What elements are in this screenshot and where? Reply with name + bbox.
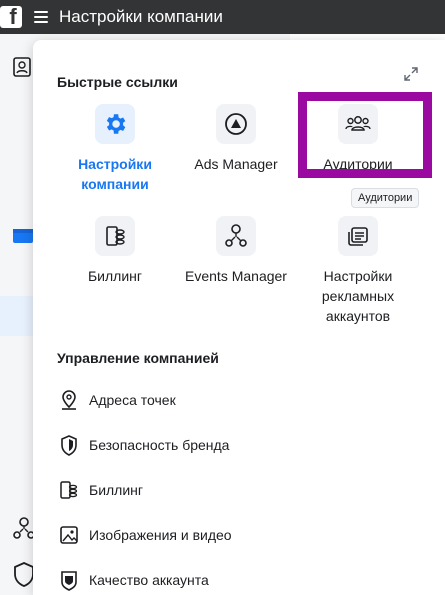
tile-company-settings[interactable]: Настройки компании <box>55 104 175 194</box>
sidebar-active-indicator <box>0 296 33 336</box>
billing-icon <box>95 216 135 256</box>
billing-icon <box>57 478 81 502</box>
menu-item-label: Биллинг <box>89 482 144 498</box>
tile-ads-manager[interactable]: Ads Manager <box>176 104 296 174</box>
tile-label: Биллинг <box>87 268 142 284</box>
ads-manager-icon <box>216 104 256 144</box>
tile-ad-account-settings[interactable]: Настройки рекламных аккаунтов <box>298 216 418 326</box>
menu-icon[interactable] <box>34 11 48 23</box>
menu-item-account-quality[interactable]: Качество аккаунта <box>57 568 209 592</box>
menu-item-label: Безопасность бренда <box>89 437 230 453</box>
highlight-annotation <box>298 92 432 178</box>
page-title: Настройки компании <box>59 7 223 26</box>
facebook-logo[interactable]: f <box>0 6 22 28</box>
menu-item-billing[interactable]: Биллинг <box>57 478 143 502</box>
menu-item-locations[interactable]: Адреса точек <box>57 388 176 412</box>
tile-billing[interactable]: Биллинг <box>55 216 175 286</box>
tile-label: Events Manager <box>185 268 287 284</box>
tooltip: Аудитории <box>351 188 420 208</box>
contact-card-icon <box>13 57 31 77</box>
gear-icon <box>95 104 135 144</box>
expand-icon[interactable] <box>403 66 419 82</box>
shield-icon <box>57 433 81 457</box>
location-pin-icon <box>57 388 81 412</box>
tile-label: Ads Manager <box>194 156 278 172</box>
account-quality-icon <box>57 568 81 592</box>
media-icon <box>57 523 81 547</box>
menu-item-label: Качество аккаунта <box>89 572 209 588</box>
management-title: Управление компанией <box>57 350 219 366</box>
top-bar: f Настройки компании <box>0 0 445 34</box>
tile-label: Настройки рекламных аккаунтов <box>321 268 395 324</box>
menu-item-label: Адреса точек <box>89 392 176 408</box>
menu-item-brand-safety[interactable]: Безопасность бренда <box>57 433 229 457</box>
menu-item-label: Изображения и видео <box>89 527 232 543</box>
tile-label: Настройки компании <box>78 156 152 192</box>
ad-accounts-icon <box>338 216 378 256</box>
quick-links-dropdown: Быстрые ссылки Настройки компании Ads Ma… <box>33 40 445 595</box>
tile-events-manager[interactable]: Events Manager <box>176 216 296 286</box>
menu-item-media[interactable]: Изображения и видео <box>57 523 232 547</box>
events-icon <box>216 216 256 256</box>
briefcase-icon <box>13 229 33 243</box>
quick-links-title: Быстрые ссылки <box>57 74 178 90</box>
